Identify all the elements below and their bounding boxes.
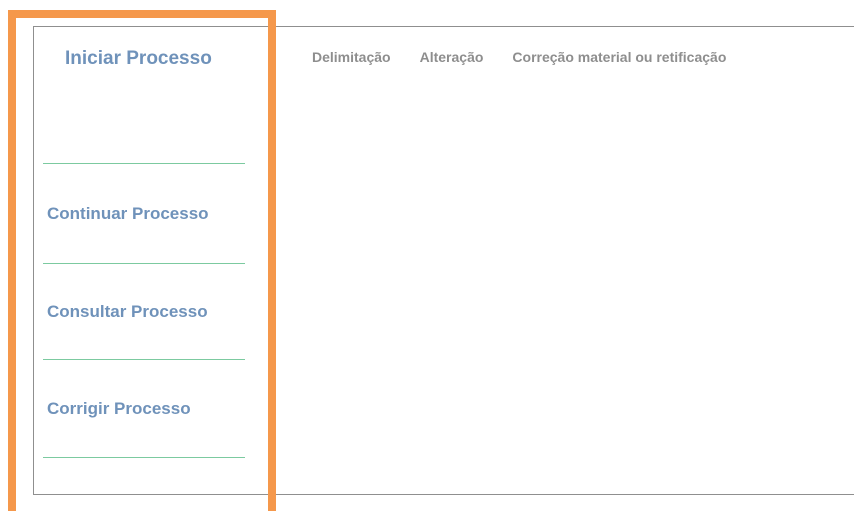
sidebar-divider xyxy=(43,263,245,264)
tab-delimitacao[interactable]: Delimitação xyxy=(312,49,391,65)
correct-process-link[interactable]: Corrigir Processo xyxy=(47,399,191,419)
consult-process-link[interactable]: Consultar Processo xyxy=(47,302,208,322)
tab-correcao-material[interactable]: Correção material ou retificação xyxy=(512,49,726,65)
sidebar-divider xyxy=(43,163,245,164)
continue-process-link[interactable]: Continuar Processo xyxy=(47,204,209,224)
process-type-tabs: Delimitação Alteração Correção material … xyxy=(312,49,726,65)
content-panel xyxy=(33,26,854,495)
sidebar-divider xyxy=(43,359,245,360)
sidebar-divider xyxy=(43,457,245,458)
start-process-link[interactable]: Iniciar Processo xyxy=(65,48,212,70)
tab-alteracao[interactable]: Alteração xyxy=(420,49,484,65)
page: Iniciar Processo Continuar Processo Cons… xyxy=(0,0,854,511)
